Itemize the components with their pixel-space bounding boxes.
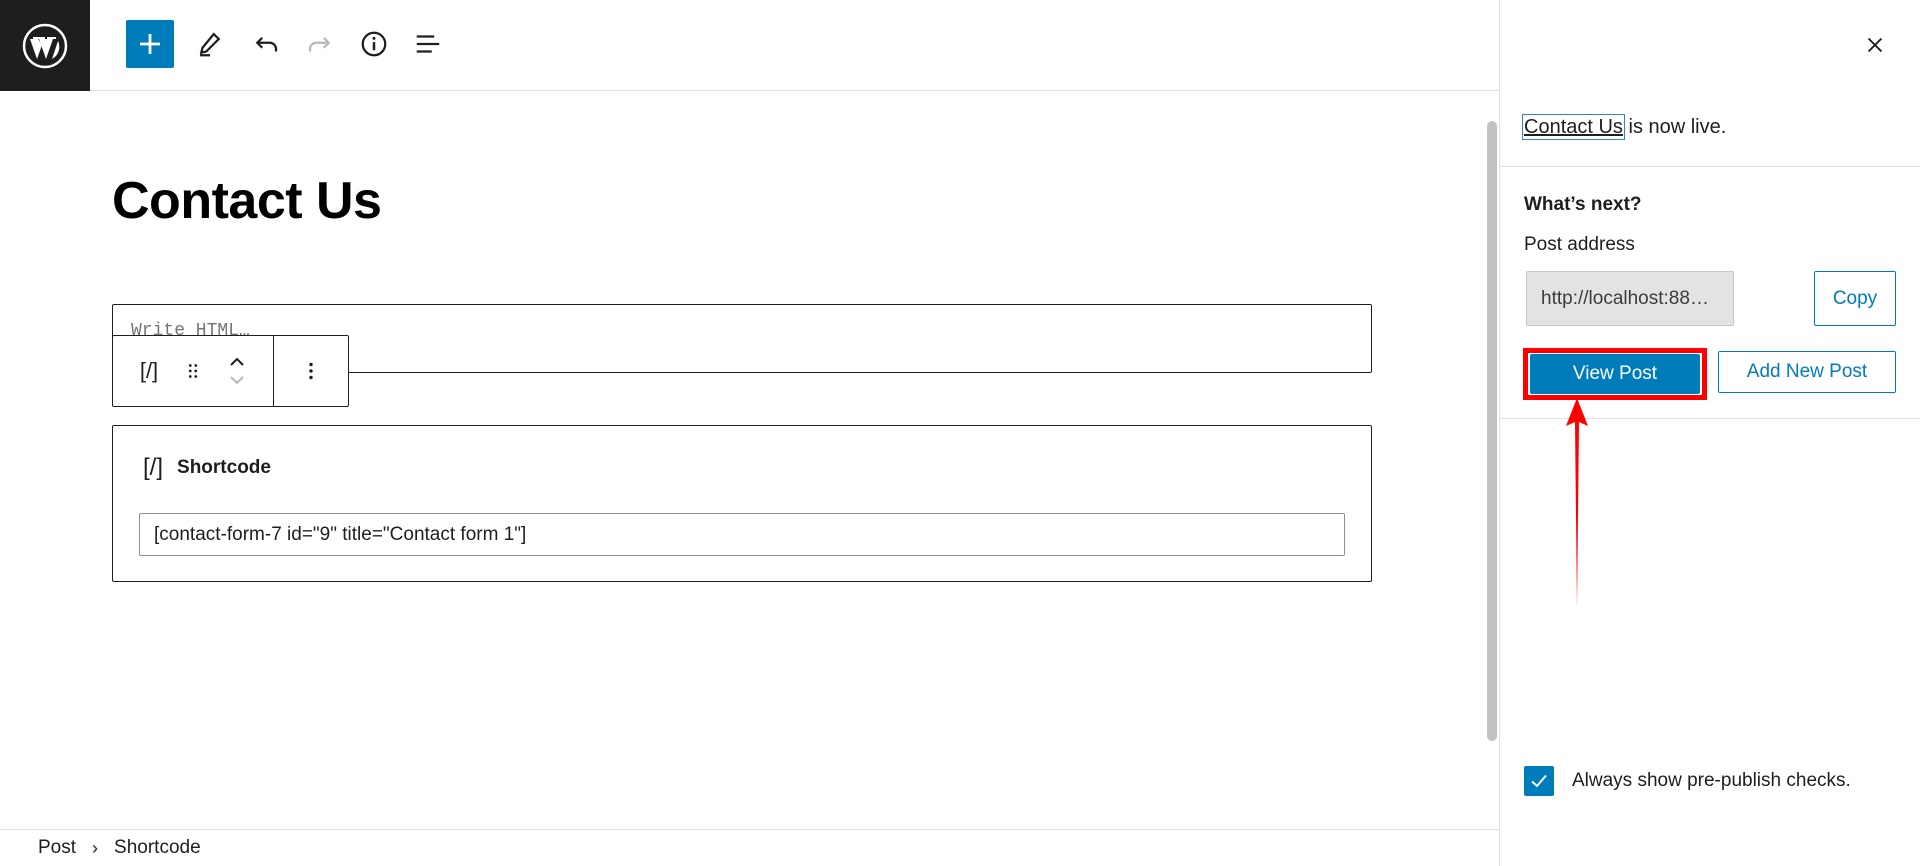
shortcode-block[interactable]: [/] Shortcode [contact-form-7 id="9" tit… [112,425,1372,582]
shortcode-label: Shortcode [177,457,271,478]
list-view-icon [416,35,440,53]
shortcode-input[interactable]: [contact-form-7 id="9" title="Contact fo… [139,513,1345,556]
redo-button[interactable] [296,20,344,68]
breadcrumb-item-post[interactable]: Post [38,837,76,859]
add-new-post-button[interactable]: Add New Post [1718,351,1896,393]
always-show-checks-row: Always show pre-publish checks. [1524,766,1851,796]
post-live-notice: Contact Us is now live. [1522,114,1727,140]
post-address-field[interactable]: http://localhost:8888/sto… [1526,271,1734,326]
plus-icon [140,34,160,54]
copy-button[interactable]: Copy [1814,271,1896,326]
block-toolbar-group: [/] [113,336,275,406]
undo-button[interactable] [242,20,290,68]
shortcode-icon: [/] [143,454,164,481]
always-show-checkbox[interactable] [1524,766,1554,796]
pencil-icon [199,32,221,57]
block-toolbar: [/] [112,335,349,407]
whats-next-heading: What’s next? [1524,194,1642,215]
post-title[interactable]: Contact Us [112,171,382,231]
view-post-button[interactable]: View Post [1530,354,1700,394]
post-publish-panel: Contact Us is now live. What’s next? Pos… [1499,0,1920,866]
add-block-button[interactable] [126,20,174,68]
divider [1500,166,1920,167]
move-down-icon[interactable] [225,371,249,389]
drag-handle-icon[interactable] [171,349,215,393]
details-button[interactable] [350,20,398,68]
list-view-button[interactable] [404,20,452,68]
editor-canvas: Contact Us Write HTML… [/] [/] Shortcode… [0,91,1484,829]
editor-header [0,0,1500,91]
post-link[interactable]: Contact Us [1522,114,1625,140]
close-icon [1867,37,1883,53]
info-icon [361,31,387,57]
block-mover [215,341,259,401]
shortcode-header: [/] Shortcode [143,454,271,482]
move-up-icon[interactable] [225,353,249,371]
redo-icon [308,36,331,52]
close-panel-button[interactable] [1854,24,1896,66]
breadcrumb-item-shortcode[interactable]: Shortcode [114,837,201,859]
scroll-thumb[interactable] [1487,121,1497,741]
post-address-label: Post address [1524,234,1635,255]
checkmark-icon [1531,774,1547,788]
undo-icon [255,36,278,52]
more-options-button[interactable] [274,336,348,406]
more-vertical-icon [309,362,313,380]
shortcode-block-icon[interactable]: [/] [127,349,171,393]
wordpress-logo-icon[interactable] [0,0,90,91]
breadcrumb-separator: › [92,837,99,858]
always-show-label: Always show pre-publish checks. [1572,770,1851,791]
breadcrumb: Post › Shortcode [0,829,1500,866]
canvas-scrollbar[interactable] [1484,91,1500,829]
tools-button[interactable] [186,20,234,68]
annotation-arrow-icon [1566,398,1588,608]
live-suffix: is now live. [1622,116,1727,138]
